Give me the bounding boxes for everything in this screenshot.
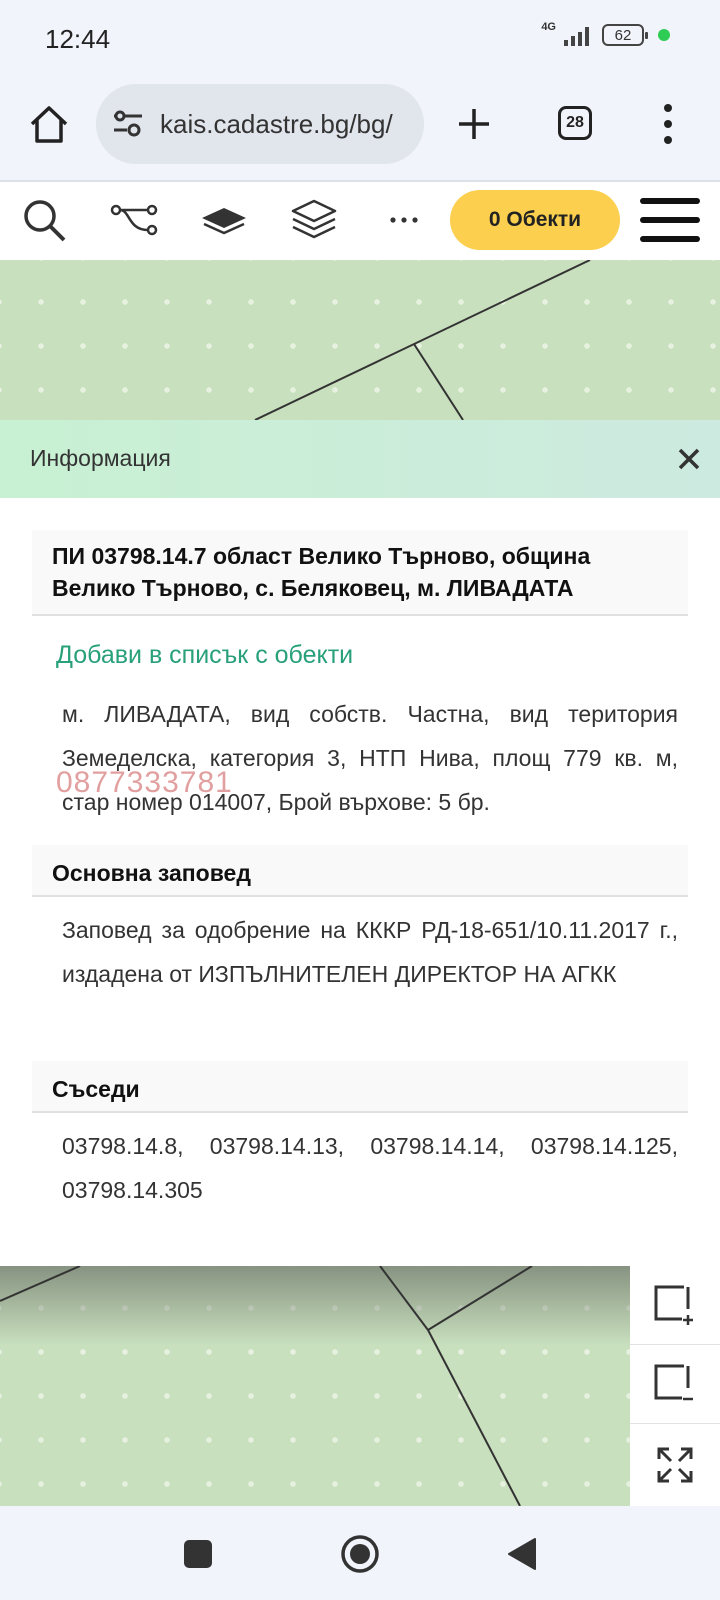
address-bar[interactable]: kais.cadastre.bg/bg/ [96, 84, 424, 164]
more-horizontal-icon [390, 217, 418, 223]
zoom-in-box-icon [654, 1285, 693, 1325]
system-nav-bar [0, 1506, 720, 1600]
map-view-bottom[interactable] [0, 1266, 720, 1506]
layers-button[interactable] [288, 196, 340, 244]
square-icon [184, 1540, 212, 1568]
neighbors-heading: Съседи [32, 1061, 688, 1113]
home-nav-button[interactable] [338, 1532, 382, 1576]
url-text: kais.cadastre.bg/bg/ [160, 109, 393, 139]
order-text: Заповед за одобрение на КККР РД-18-651/1… [62, 917, 678, 987]
home-icon[interactable] [28, 104, 70, 146]
map-toolbar: 0 Обекти [0, 182, 720, 261]
zoom-out-box-button[interactable] [630, 1345, 720, 1424]
site-settings-icon[interactable] [112, 110, 144, 138]
map-view-top[interactable] [0, 260, 720, 420]
info-panel-body: ПИ 03798.14.7 област Велико Търново, общ… [0, 498, 720, 1266]
base-layer-button[interactable] [198, 196, 250, 244]
browser-bar: kais.cadastre.bg/bg/ 28 [0, 80, 720, 182]
privacy-indicator-dot [658, 29, 670, 41]
recents-button[interactable] [176, 1532, 220, 1576]
triangle-back-icon [508, 1538, 536, 1570]
parcel-boundaries [254, 260, 591, 420]
fullscreen-button[interactable] [630, 1424, 720, 1507]
battery-icon: 62 [602, 24, 648, 46]
order-heading: Основна заповед [32, 845, 688, 897]
tab-switcher-button[interactable]: 28 [558, 106, 592, 140]
circle-icon [341, 1535, 379, 1573]
parcel-title: ПИ 03798.14.7 област Велико Търново, общ… [32, 530, 688, 616]
search-icon [24, 200, 66, 242]
route-icon [110, 204, 158, 236]
status-bar: 12:44 4G 62 [0, 0, 720, 80]
fullscreen-icon [657, 1447, 693, 1483]
route-button[interactable] [108, 196, 160, 244]
status-time: 12:44 [45, 24, 111, 54]
plus-icon[interactable] [456, 106, 492, 142]
signal-icon [564, 27, 589, 46]
search-button[interactable] [18, 196, 70, 244]
info-panel-header: Информация [0, 420, 720, 499]
more-vertical-icon[interactable] [658, 102, 678, 146]
parcel-details: м. ЛИВАДАТА, вид собств. Частна, вид тер… [62, 701, 678, 815]
parcel-boundaries [0, 1266, 533, 1506]
hamburger-menu-icon[interactable] [640, 196, 700, 244]
more-tools-button[interactable] [378, 196, 430, 244]
add-to-objects-link[interactable]: Добави в списък с обекти [56, 641, 353, 670]
network-type: 4G [541, 20, 556, 33]
info-panel-title: Информация [30, 445, 171, 471]
status-indicators: 4G 62 [541, 20, 670, 46]
back-button[interactable] [500, 1532, 544, 1576]
objects-button[interactable]: 0 Обекти [450, 190, 620, 250]
layer-icon [202, 208, 246, 235]
close-icon[interactable] [676, 446, 702, 472]
zoom-in-box-button[interactable] [630, 1266, 720, 1345]
layers-icon [291, 199, 337, 239]
neighbors-text: 03798.14.8, 03798.14.13, 03798.14.14, 03… [62, 1133, 678, 1203]
battery-level: 62 [614, 26, 632, 44]
zoom-out-box-icon [654, 1364, 693, 1401]
phone-watermark: 0877333781 [56, 766, 233, 799]
